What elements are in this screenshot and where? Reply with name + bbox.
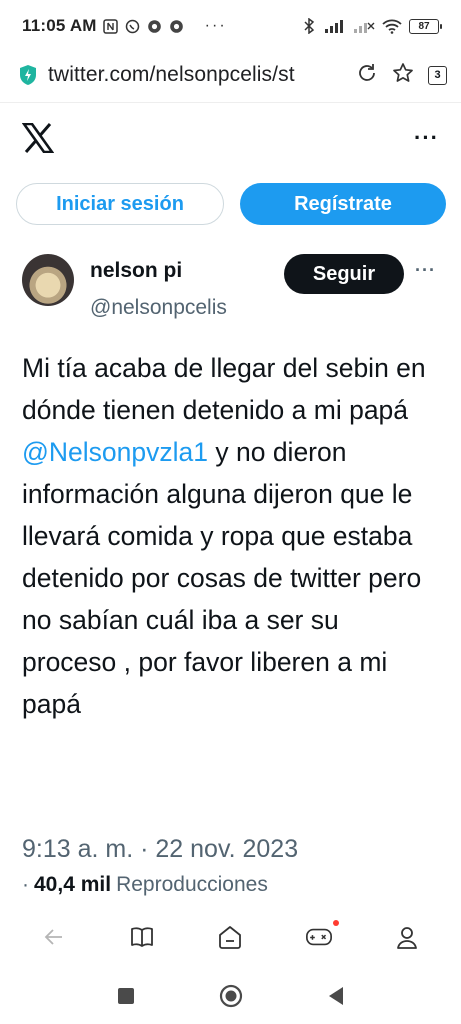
tweet-timestamp[interactable]: 9:13 a. m. · 22 nov. 2023 [22, 835, 298, 864]
system-nav-bar [0, 972, 461, 1024]
login-button[interactable]: Iniciar sesión [16, 183, 224, 225]
home-circle-icon[interactable] [219, 984, 243, 1013]
notification-dot [332, 920, 339, 926]
chrome-icon [147, 18, 163, 34]
chrome-icon [169, 18, 185, 34]
avatar[interactable] [22, 254, 74, 306]
back-triangle-icon[interactable] [327, 986, 345, 1011]
battery-indicator: 87 [409, 18, 442, 34]
tweet-text-part: y no dieron información alguna dijeron q… [22, 437, 422, 719]
auth-buttons: Iniciar sesión Regístrate [16, 183, 446, 225]
status-time: 11:05 AM [22, 16, 97, 35]
games-controller-icon[interactable] [305, 920, 339, 951]
more-options-icon[interactable]: ··· [414, 125, 439, 151]
recents-square-icon[interactable] [117, 987, 135, 1010]
back-arrow-icon[interactable] [40, 923, 68, 951]
tweet-views: · 40,4 mil Reproducciones [22, 873, 268, 897]
twitter-header: ··· [0, 110, 461, 166]
secure-shield-icon [18, 64, 38, 86]
wifi-icon [382, 18, 402, 34]
tweet-more-icon[interactable]: ··· [415, 260, 436, 281]
tab-count-button[interactable]: 3 [428, 65, 447, 85]
profile-icon[interactable] [393, 923, 421, 951]
views-count: 40,4 mil [34, 873, 112, 896]
follow-button[interactable]: Seguir [284, 254, 404, 294]
bluetooth-icon [301, 18, 317, 34]
signal-icon [324, 18, 346, 34]
url-text[interactable]: twitter.com/nelsonpcelis/st [48, 63, 340, 87]
nfc-icon [103, 18, 119, 34]
tweet-author: nelson pi @nelsonpcelis Seguir ··· [22, 252, 440, 332]
mention-link[interactable]: @Nelsonpvzla1 [22, 437, 208, 467]
browser-nav-bar [0, 908, 461, 966]
tweet-text-part: Mi tía acaba de llegar del sebin en dónd… [22, 353, 426, 425]
status-bar: 11:05 AM ··· 87 [0, 0, 461, 52]
author-name[interactable]: nelson pi [90, 259, 182, 283]
views-separator: · [22, 873, 29, 896]
home-icon[interactable] [216, 923, 244, 951]
tweet-text: Mi tía acaba de llegar del sebin en dónd… [22, 347, 438, 725]
signup-button[interactable]: Regístrate [240, 183, 446, 225]
author-handle[interactable]: @nelsonpcelis [90, 296, 274, 320]
whatsapp-icon [125, 18, 141, 34]
signal-off-icon [353, 18, 375, 34]
views-label: Reproducciones [116, 873, 268, 896]
browser-url-bar[interactable]: twitter.com/nelsonpcelis/st 3 [0, 52, 461, 98]
reload-icon[interactable] [356, 62, 378, 89]
divider [0, 102, 461, 103]
x-logo-icon[interactable] [21, 122, 55, 154]
bookmarks-book-icon[interactable] [128, 923, 156, 951]
more-notifications-indicator: ··· [204, 17, 227, 34]
bookmark-star-icon[interactable] [392, 62, 414, 89]
